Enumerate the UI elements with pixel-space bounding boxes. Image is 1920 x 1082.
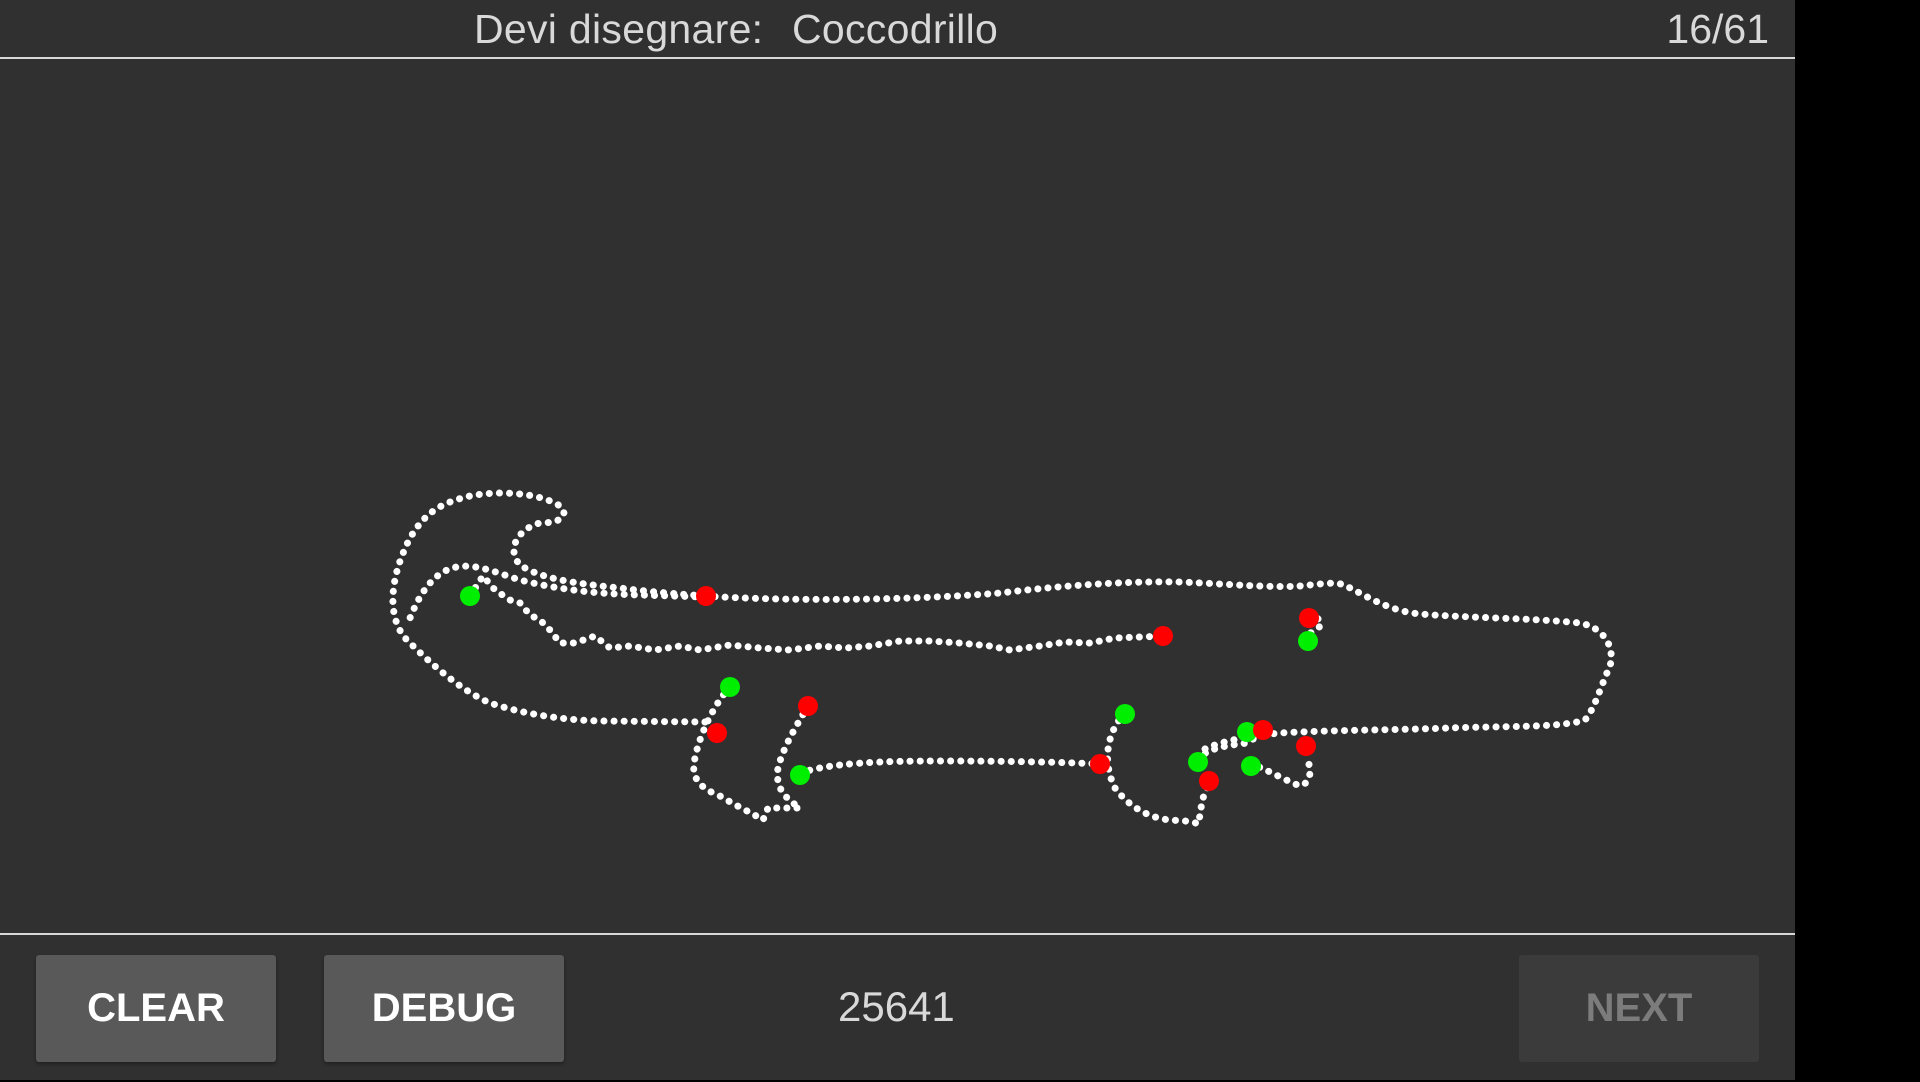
drawing-canvas[interactable] [0,59,1795,933]
start-marker [1241,756,1261,776]
next-button[interactable]: NEXT [1519,955,1759,1062]
score-value: 25641 [838,983,955,1030]
start-marker [790,765,810,785]
start-marker [1188,752,1208,772]
stroke-back-leg [690,683,812,824]
stroke-belly [796,757,1104,777]
debug-button[interactable]: DEBUG [324,955,564,1062]
start-marker [1298,631,1318,651]
drawn-strokes [389,489,1615,828]
clear-button[interactable]: CLEAR [36,955,276,1062]
end-marker [1253,720,1273,740]
end-marker [798,696,818,716]
drawing-surface[interactable] [0,59,1795,933]
end-marker [707,723,727,743]
end-marker [696,586,716,606]
end-marker [1090,754,1110,774]
end-marker [1153,626,1173,646]
footer-bar: CLEAR DEBUG 25641 NEXT [0,933,1795,1082]
stroke-back [701,578,1615,754]
start-marker [460,586,480,606]
stroke-tail-outline [389,489,709,726]
start-marker [720,677,740,697]
end-marker [1296,736,1316,756]
drawing-app: Devi disegnare: Coccodrillo 16/61 CLEAR … [0,0,1795,1080]
prompt-label: Devi disegnare: [474,6,764,52]
prompt-word: Coccodrillo [792,6,999,52]
end-marker [1299,608,1319,628]
end-marker [1199,771,1219,791]
start-marker [1115,704,1135,724]
header-bar: Devi disegnare: Coccodrillo 16/61 [0,0,1795,59]
progress-counter: 16/61 [1666,6,1769,52]
